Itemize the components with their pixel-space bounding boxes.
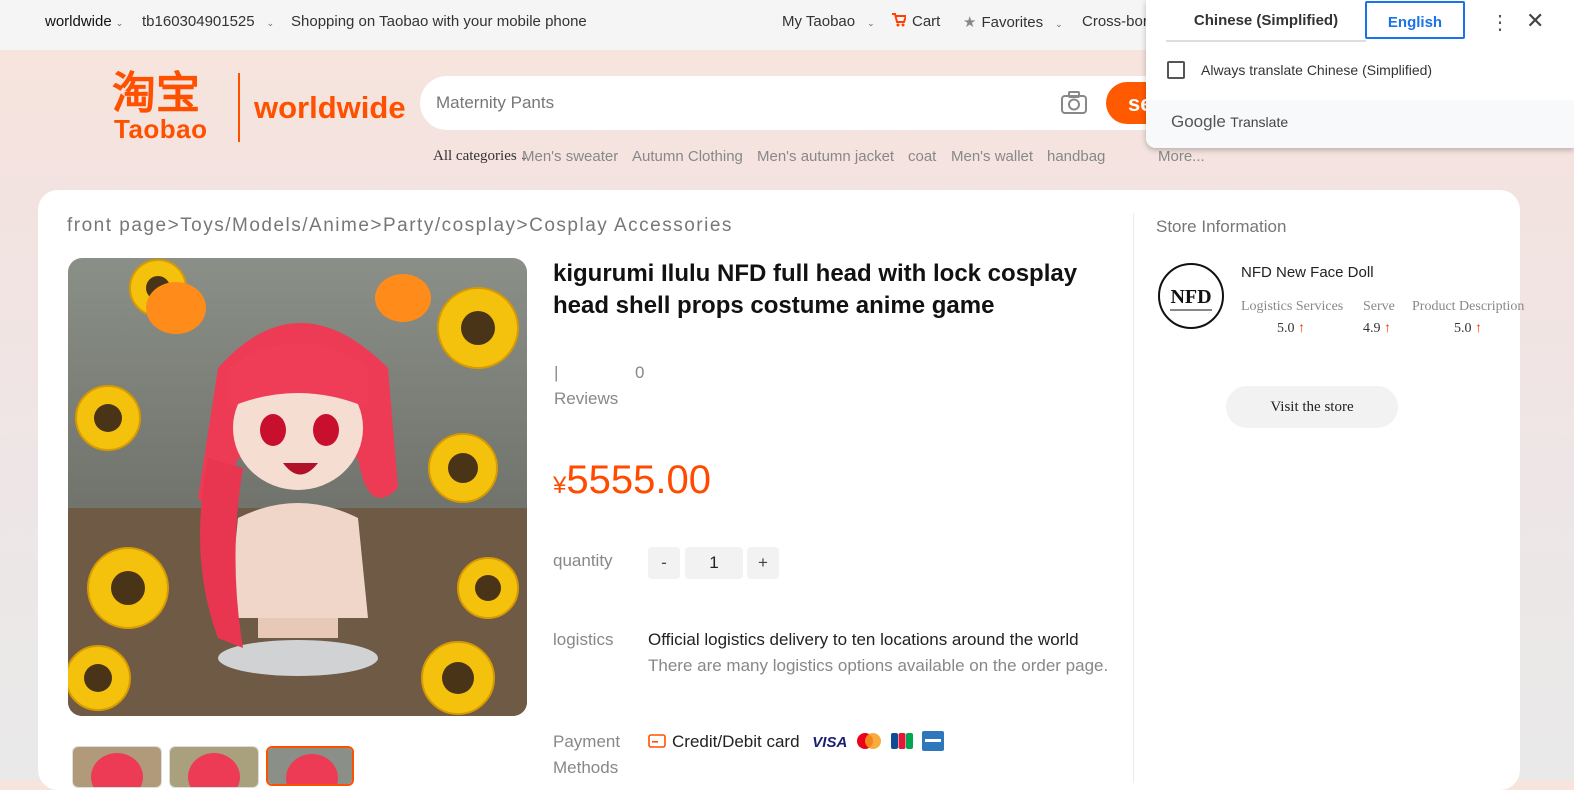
cart-icon: [892, 13, 908, 27]
account-name: tb160304901525: [142, 13, 255, 30]
store-name[interactable]: NFD New Face Doll: [1241, 264, 1374, 281]
jcb-icon: [890, 733, 913, 749]
currency-symbol: ¥: [553, 472, 567, 499]
tab-target-language[interactable]: English: [1365, 1, 1465, 39]
metric-number: 5.0: [1454, 321, 1472, 336]
favorites-label: Favorites: [981, 14, 1044, 31]
svg-text:淘宝: 淘宝: [112, 70, 200, 116]
logistics-note: There are many logistics options availab…: [648, 656, 1109, 675]
region-selector[interactable]: worldwide ⌄: [45, 13, 123, 30]
product-price: ¥5555.00: [553, 458, 711, 503]
worldwide-logo[interactable]: worldwide: [254, 90, 406, 126]
translate-label: Translate: [1230, 114, 1289, 130]
category-link[interactable]: Men's wallet: [951, 148, 1033, 165]
metric-value: 5.0 ↑: [1454, 321, 1482, 337]
chevron-down-icon: ⌄: [266, 18, 275, 28]
close-icon[interactable]: ✕: [1526, 8, 1544, 34]
store-info-heading: Store Information: [1156, 217, 1287, 236]
search-input[interactable]: Maternity Pants: [436, 93, 554, 113]
payment-text: Credit/Debit card: [672, 732, 800, 751]
my-taobao-label: My Taobao: [782, 13, 856, 30]
amex-icon: [921, 731, 944, 751]
search-box: Maternity Pants sea: [420, 76, 1196, 130]
region-label: worldwide: [45, 13, 112, 30]
logo-divider: [238, 73, 240, 142]
arrow-up-icon: ↑: [1475, 321, 1482, 336]
category-link[interactable]: Autumn Clothing: [632, 148, 743, 165]
logistics-info: Official logistics delivery to ten locat…: [648, 630, 1079, 649]
cross-border-link[interactable]: Cross-bor: [1082, 13, 1148, 30]
google-translate-brand: Google Translate: [1171, 112, 1288, 132]
category-link[interactable]: handbag: [1047, 148, 1105, 165]
chevron-down-icon: ⌄: [115, 18, 124, 28]
mastercard-icon: [857, 733, 882, 749]
cart-link[interactable]: Cart: [892, 13, 940, 30]
more-categories-link[interactable]: More...: [1158, 148, 1205, 165]
metric-value: 5.0 ↑: [1277, 321, 1305, 337]
translate-footer: Google Translate: [1146, 100, 1574, 148]
product-title: kigurumi Ilulu NFD full head with lock c…: [553, 260, 1078, 319]
quantity-label: quantity: [553, 551, 613, 570]
reviews-link[interactable]: Reviews: [554, 389, 618, 409]
visit-store-button[interactable]: Visit the store: [1226, 386, 1398, 428]
star-icon: ★: [963, 14, 977, 31]
payment-methods-label: Payment Methods: [553, 732, 621, 777]
quantity-increase-button[interactable]: +: [747, 547, 779, 579]
product-thumbnail[interactable]: [72, 746, 162, 788]
arrow-up-icon: ↑: [1298, 321, 1305, 336]
breadcrumb[interactable]: front page>Toys/Models/Anime>Party/cospl…: [67, 215, 733, 237]
all-categories-label: All categories: [433, 148, 517, 164]
mobile-shopping-link[interactable]: Shopping on Taobao with your mobile phon…: [291, 13, 587, 30]
taobao-logo-en[interactable]: Taobao: [114, 114, 208, 145]
translate-popup: Chinese (Simplified) English ⋮ ✕ Always …: [1146, 0, 1574, 148]
metric-number: 5.0: [1277, 321, 1295, 336]
more-options-icon[interactable]: ⋮: [1490, 10, 1510, 35]
category-link[interactable]: Men's sweater: [522, 148, 618, 165]
metric-label: Product Description: [1412, 299, 1525, 314]
product-main-image[interactable]: [68, 258, 527, 716]
always-translate-label: Always translate Chinese (Simplified): [1201, 62, 1433, 78]
my-taobao-menu[interactable]: My Taobao ⌄: [782, 13, 875, 30]
taobao-logo-cn[interactable]: 淘宝: [112, 68, 224, 119]
price-value: 5555.00: [566, 458, 711, 502]
tab-source-language[interactable]: Chinese (Simplified): [1166, 0, 1366, 42]
google-logo: Google: [1171, 112, 1226, 131]
camera-icon[interactable]: [1060, 90, 1088, 116]
account-menu[interactable]: tb160304901525 ⌄: [142, 13, 274, 30]
visa-icon: VISA: [812, 734, 848, 751]
product-thumbnail-selected[interactable]: [266, 746, 354, 786]
chevron-down-icon: ⌄: [1055, 19, 1063, 29]
quantity-input[interactable]: 1: [685, 547, 743, 579]
svg-text:NFD: NFD: [1170, 286, 1211, 308]
metric-number: 4.9: [1363, 321, 1381, 336]
favorites-menu[interactable]: ★ Favorites ⌄: [963, 13, 1063, 31]
metric-label: Logistics Services: [1241, 299, 1344, 314]
category-link[interactable]: coat: [908, 148, 936, 165]
reviews-count: 0: [635, 363, 645, 382]
chevron-down-icon: ⌄: [867, 18, 875, 28]
all-categories-menu[interactable]: All categories ⌄: [433, 148, 528, 165]
metric-label: Serve: [1363, 299, 1395, 314]
reviews-separator: |: [554, 363, 559, 382]
cart-label: Cart: [912, 13, 941, 30]
card-icon: [648, 734, 666, 748]
product-thumbnail[interactable]: [169, 746, 259, 788]
store-logo[interactable]: NFD: [1158, 263, 1224, 329]
column-divider: [1133, 213, 1134, 783]
metric-value: 4.9 ↑: [1363, 321, 1391, 337]
always-translate-checkbox[interactable]: [1167, 61, 1185, 79]
quantity-decrease-button[interactable]: -: [648, 547, 680, 579]
payment-methods: Credit/Debit card VISA: [648, 731, 944, 752]
arrow-up-icon: ↑: [1384, 321, 1391, 336]
logistics-label: logistics: [553, 630, 614, 649]
category-link[interactable]: Men's autumn jacket: [757, 148, 894, 165]
